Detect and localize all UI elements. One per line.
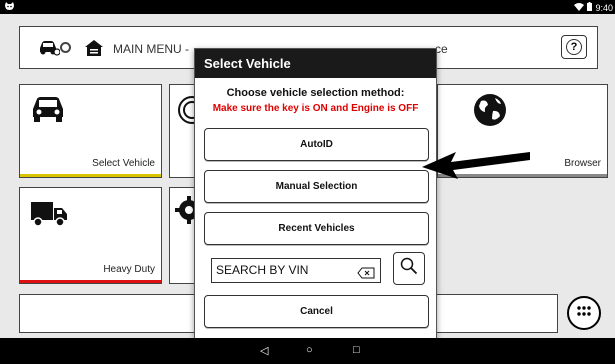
notification-cat-icon bbox=[4, 1, 15, 13]
dialog-warning: Make sure the key is ON and Engine is OF… bbox=[212, 103, 419, 114]
vin-placeholder: SEARCH BY VIN bbox=[216, 263, 309, 277]
tile-accent-bar bbox=[20, 280, 161, 283]
tile-label: Heavy Duty bbox=[103, 264, 155, 275]
globe-icon bbox=[473, 93, 507, 132]
status-time: 9:40 bbox=[595, 2, 613, 13]
circle-icon[interactable] bbox=[60, 42, 71, 53]
arrow-annotation-icon bbox=[420, 144, 532, 189]
tile-label: Browser bbox=[564, 158, 601, 169]
search-icon bbox=[400, 257, 418, 280]
select-vehicle-dialog: Select Vehicle Choose vehicle selection … bbox=[194, 48, 437, 339]
recents-icon[interactable]: □ bbox=[353, 344, 360, 356]
truck-icon bbox=[30, 200, 68, 233]
status-bar: 9:40 bbox=[0, 0, 615, 14]
tile-select-vehicle[interactable]: Select Vehicle bbox=[19, 84, 162, 178]
car-info-icon[interactable] bbox=[38, 40, 61, 61]
autoid-button[interactable]: AutoID bbox=[204, 128, 429, 161]
home-icon[interactable] bbox=[84, 39, 104, 62]
help-icon: ? bbox=[566, 39, 582, 55]
car-icon bbox=[30, 95, 66, 128]
vin-search-button[interactable] bbox=[393, 252, 425, 285]
apps-grid-icon bbox=[576, 304, 592, 322]
dialog-title: Select Vehicle bbox=[195, 49, 436, 78]
page-title: MAIN MENU - bbox=[113, 42, 189, 56]
home-nav-icon[interactable]: ○ bbox=[306, 344, 313, 356]
back-icon[interactable]: ◁ bbox=[260, 344, 268, 357]
tile-heavy-duty[interactable]: Heavy Duty bbox=[19, 187, 162, 284]
apps-button[interactable] bbox=[567, 296, 601, 330]
app-screen: MAIN MENU - ce ? Select Vehicle Heavy Du… bbox=[0, 14, 615, 339]
dialog-prompt: Choose vehicle selection method: bbox=[226, 87, 405, 99]
wifi-icon bbox=[574, 2, 585, 13]
cancel-button[interactable]: Cancel bbox=[204, 295, 429, 328]
manual-selection-button[interactable]: Manual Selection bbox=[204, 170, 429, 203]
tile-accent-bar bbox=[20, 174, 161, 177]
help-button[interactable]: ? bbox=[561, 35, 587, 59]
backspace-icon[interactable] bbox=[357, 264, 375, 287]
battery-icon bbox=[587, 2, 593, 13]
nav-bar: ◁ ○ □ bbox=[0, 338, 615, 364]
vin-search-input[interactable]: SEARCH BY VIN bbox=[211, 258, 381, 283]
recent-vehicles-button[interactable]: Recent Vehicles bbox=[204, 212, 429, 245]
tile-label: Select Vehicle bbox=[92, 158, 155, 169]
